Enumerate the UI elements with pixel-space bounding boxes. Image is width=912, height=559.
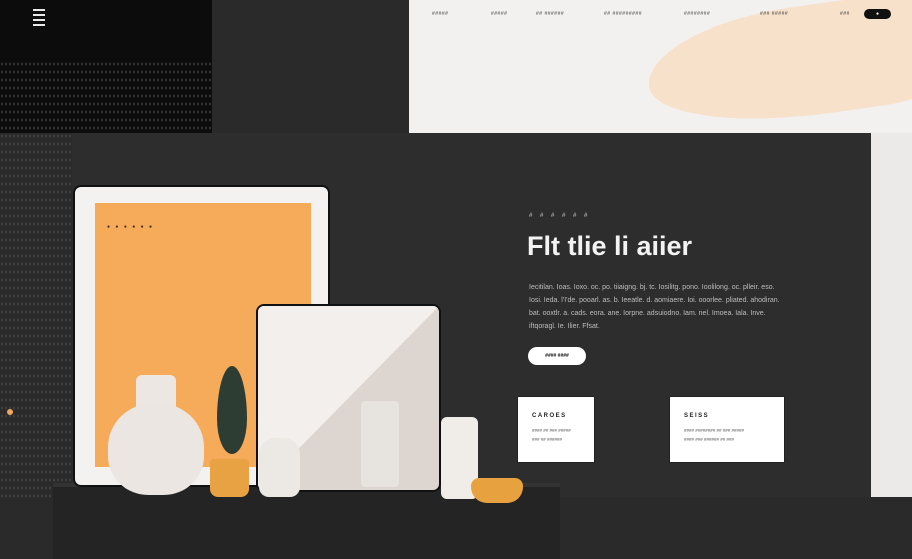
vase-large	[108, 375, 204, 495]
card-title: CAROES	[532, 413, 567, 419]
info-card-1[interactable]: CAROES #### ## ### ##### ### ## ######	[517, 396, 595, 463]
nav-item-2[interactable]: #####	[491, 11, 507, 17]
nav-cta-button[interactable]: ●	[864, 9, 891, 19]
vase-body	[108, 403, 204, 495]
orange-bowl	[471, 478, 523, 503]
nav-item-3[interactable]: ## ######	[536, 11, 564, 17]
top-nav-panel: ##### ##### ## ###### ## ######### #####…	[409, 0, 912, 133]
hero-eyebrow: # # # # # #	[529, 213, 591, 219]
hero-paragraph: Iecitilan. Ioas. Ioxo. oc. po. tiiaigng.…	[529, 284, 780, 330]
nav-item-5[interactable]: ########	[684, 11, 710, 17]
info-card-2[interactable]: SEISS #### ######## ## ### ##### #### ##…	[669, 396, 785, 463]
nav-item-6[interactable]: ### #####	[760, 11, 788, 17]
nav-login-link[interactable]: ###	[840, 11, 850, 17]
orange-dot	[7, 409, 13, 415]
plant-pot	[210, 459, 249, 497]
card-text: #### ## ### ##### ### ## ######	[532, 428, 571, 442]
sculpture	[361, 401, 399, 487]
hamburger-menu-icon[interactable]	[33, 9, 45, 26]
decorative-blob	[640, 0, 912, 133]
nav-item-1[interactable]: #####	[432, 11, 448, 17]
right-light-strip	[871, 133, 912, 497]
vase-small	[259, 438, 300, 497]
hero-title: Flt tlie li aiier	[527, 231, 693, 261]
hero-cta-button[interactable]: #### ####	[528, 347, 586, 365]
nav-item-4[interactable]: ## #########	[604, 11, 642, 17]
card-text: #### ######## ## ### ##### #### ### ####…	[684, 428, 745, 442]
card-title: SEISS	[684, 413, 710, 419]
artwork-caption: ● ● ● ● ● ●	[107, 224, 155, 230]
